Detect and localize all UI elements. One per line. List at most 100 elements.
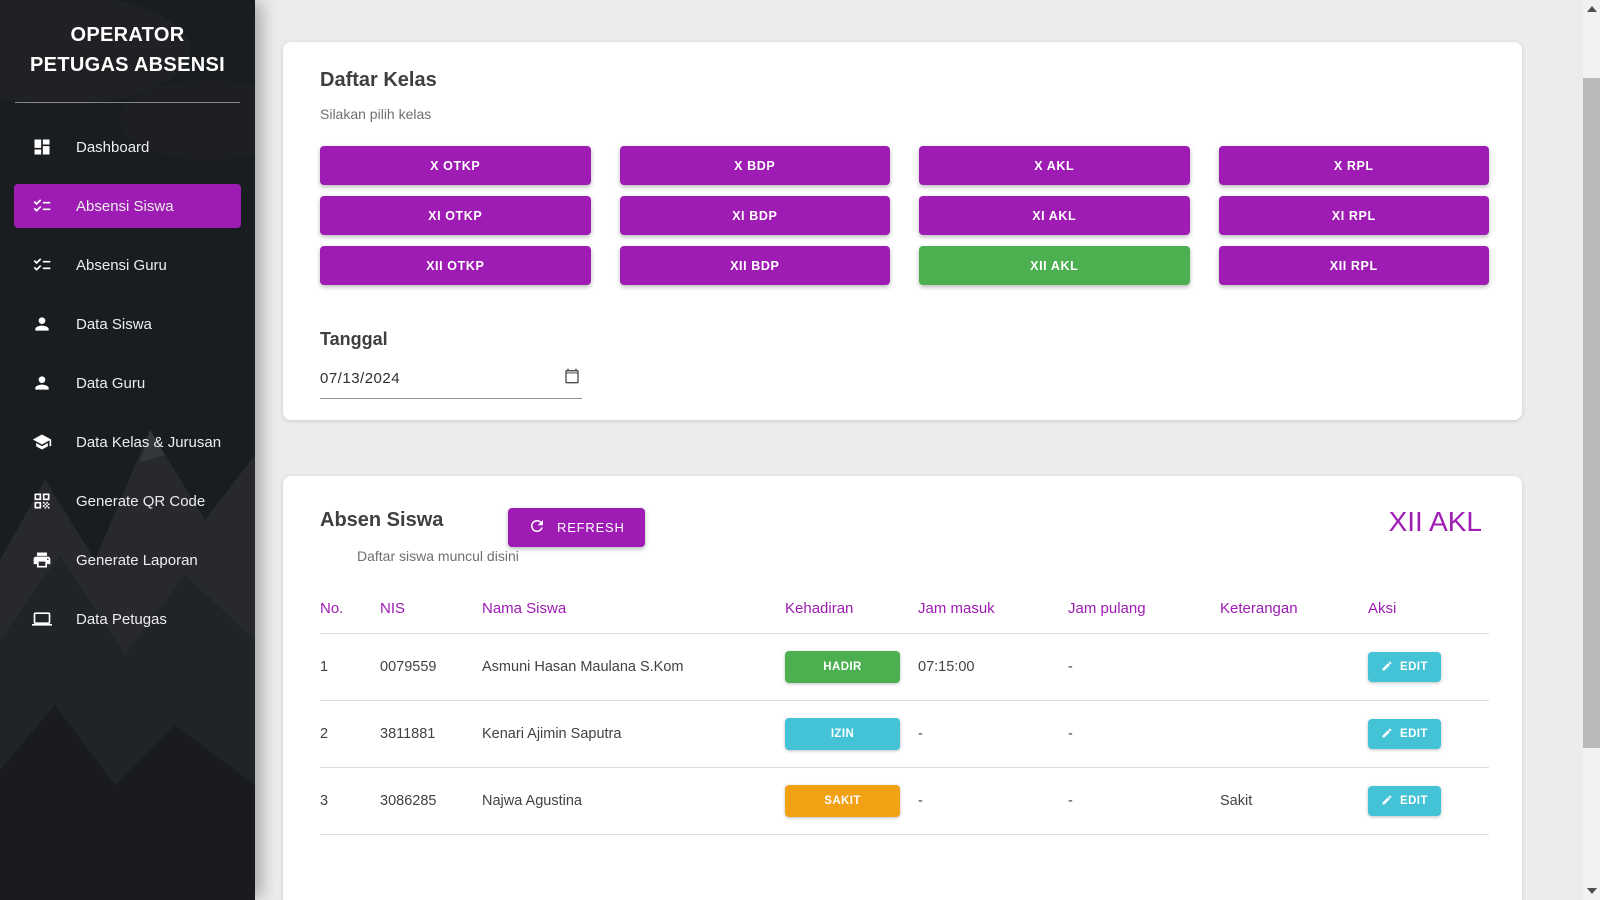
- scrollbar-thumb[interactable]: [1583, 78, 1600, 748]
- edit-button[interactable]: EDIT: [1368, 719, 1441, 749]
- tanggal-input[interactable]: 07/13/2024: [320, 366, 582, 399]
- sidebar-item-label: Absensi Siswa: [76, 197, 174, 215]
- cell-keterangan: [1220, 700, 1368, 768]
- status-badge: HADIR: [785, 651, 900, 683]
- person-icon: [32, 314, 52, 334]
- sidebar-item-data-siswa[interactable]: Data Siswa: [14, 302, 241, 346]
- cell-no: 3: [320, 767, 380, 835]
- cell-jam-masuk: -: [918, 700, 1068, 768]
- refresh-label: REFRESH: [557, 520, 625, 535]
- sidebar-item-generate-laporan[interactable]: Generate Laporan: [14, 538, 241, 582]
- daftar-kelas-card: Daftar Kelas Silakan pilih kelas X OTKP X…: [283, 42, 1522, 420]
- cell-no: 2: [320, 700, 380, 768]
- sidebar-item-data-guru[interactable]: Data Guru: [14, 361, 241, 405]
- checklist-icon: [32, 196, 52, 216]
- sidebar-item-dashboard[interactable]: Dashboard: [14, 125, 241, 169]
- column-header-2: Nama Siswa: [482, 588, 785, 634]
- graduation-cap-icon: [32, 432, 52, 452]
- sidebar-item-data-petugas[interactable]: Data Petugas: [14, 597, 241, 641]
- tanggal-value[interactable]: 07/13/2024: [320, 370, 400, 387]
- checklist-icon: [32, 255, 52, 275]
- column-header-4: Jam masuk: [918, 588, 1068, 634]
- tanggal-label: Tanggal: [320, 329, 388, 349]
- refresh-button[interactable]: REFRESH: [508, 508, 645, 547]
- sidebar-item-absensi-guru[interactable]: Absensi Guru: [14, 243, 241, 287]
- scrollbar-down-arrow-icon[interactable]: [1587, 888, 1597, 894]
- cell-jam-pulang: -: [1068, 633, 1220, 701]
- sidebar-item-label: Absensi Guru: [76, 256, 167, 274]
- cell-nis: 3811881: [380, 700, 482, 768]
- class-button-xii-bdp[interactable]: XII BDP: [619, 246, 890, 285]
- cell-nis: 0079559: [380, 633, 482, 701]
- class-button-x-otkp[interactable]: X OTKP: [320, 146, 591, 185]
- scrollbar-up-arrow-icon[interactable]: [1587, 6, 1597, 12]
- class-button-xii-rpl[interactable]: XII RPL: [1218, 246, 1489, 285]
- pencil-icon: [1381, 794, 1393, 809]
- sidebar-item-label: Data Petugas: [76, 610, 167, 628]
- column-header-5: Jam pulang: [1068, 588, 1220, 634]
- person-icon: [32, 373, 52, 393]
- class-button-x-rpl[interactable]: X RPL: [1218, 146, 1489, 185]
- browser-scrollbar[interactable]: [1583, 0, 1600, 900]
- refresh-icon: [528, 517, 546, 538]
- column-header-6: Keterangan: [1220, 588, 1368, 634]
- class-button-x-akl[interactable]: X AKL: [919, 146, 1190, 185]
- dashboard-icon: [32, 137, 52, 157]
- selected-class-label: XII AKL: [1388, 506, 1482, 537]
- table-row: 2 3811881 Kenari Ajimin Saputra IZIN - -…: [320, 700, 1489, 768]
- cell-nama: Kenari Ajimin Saputra: [482, 700, 785, 768]
- pencil-icon: [1381, 727, 1393, 742]
- column-header-7: Aksi: [1368, 588, 1489, 634]
- class-button-xii-otkp[interactable]: XII OTKP: [320, 246, 591, 285]
- edit-button[interactable]: EDIT: [1368, 786, 1441, 816]
- sidebar-item-absensi-siswa[interactable]: Absensi Siswa: [14, 184, 241, 228]
- absen-table: No. NIS Nama Siswa Kehadiran Jam masuk Jam pu…: [320, 588, 1489, 835]
- class-button-x-bdp[interactable]: X BDP: [619, 146, 890, 185]
- sidebar-item-label: Data Guru: [76, 374, 146, 392]
- laptop-icon: [32, 609, 52, 629]
- daftar-kelas-title: Daftar Kelas: [320, 69, 437, 91]
- table-row: 3 3086285 Najwa Agustina SAKIT - - Sakit…: [320, 767, 1489, 835]
- edit-button-label: EDIT: [1400, 661, 1428, 673]
- printer-icon: [32, 550, 52, 570]
- sidebar-item-label: Generate Laporan: [76, 551, 198, 569]
- sidebar-nav: Dashboard Absensi Siswa Absensi Guru Dat…: [0, 125, 255, 641]
- class-button-xi-rpl[interactable]: XI RPL: [1218, 196, 1489, 235]
- class-button-xi-otkp[interactable]: XI OTKP: [320, 196, 591, 235]
- cell-no: 1: [320, 633, 380, 701]
- absen-siswa-title: Absen Siswa: [320, 509, 444, 531]
- app-title: OPERATOR PETUGAS ABSENSI: [0, 0, 255, 96]
- class-button-xi-bdp[interactable]: XI BDP: [619, 196, 890, 235]
- edit-button-label: EDIT: [1400, 795, 1428, 807]
- app-title-line1: OPERATOR: [70, 24, 185, 46]
- sidebar-item-label: Data Siswa: [76, 315, 152, 333]
- sidebar-item-label: Dashboard: [76, 138, 150, 156]
- status-badge: SAKIT: [785, 785, 900, 817]
- cell-jam-masuk: 07:15:00: [918, 633, 1068, 701]
- cell-jam-pulang: -: [1068, 767, 1220, 835]
- column-header-0: No.: [320, 588, 380, 634]
- table-header-row: No. NIS Nama Siswa Kehadiran Jam masuk Jam pu…: [320, 588, 1489, 634]
- cell-keterangan: [1220, 633, 1368, 701]
- class-button-xii-akl[interactable]: XII AKL: [919, 246, 1190, 285]
- column-header-3: Kehadiran: [785, 588, 918, 634]
- sidebar-item-label: Generate QR Code: [76, 492, 206, 510]
- edit-button[interactable]: EDIT: [1368, 652, 1441, 682]
- table-row: 1 0079559 Asmuni Hasan Maulana S.Kom HAD…: [320, 633, 1489, 701]
- column-header-1: NIS: [380, 588, 482, 634]
- absen-siswa-card: Absen Siswa REFRESH XII AKL Daftar siswa…: [283, 476, 1522, 900]
- sidebar-item-generate-qr-code[interactable]: Generate QR Code: [14, 479, 241, 523]
- calendar-icon[interactable]: [564, 368, 580, 389]
- edit-button-label: EDIT: [1400, 728, 1428, 740]
- daftar-kelas-subtitle: Silakan pilih kelas: [320, 106, 432, 122]
- sidebar-item-label: Data Kelas & Jurusan: [76, 433, 222, 451]
- cell-nama: Najwa Agustina: [482, 767, 785, 835]
- sidebar-divider: [15, 102, 240, 103]
- cell-nis: 3086285: [380, 767, 482, 835]
- class-button-xi-akl[interactable]: XI AKL: [919, 196, 1190, 235]
- sidebar-item-data-kelas-jurusan[interactable]: Data Kelas & Jurusan: [14, 420, 241, 464]
- sidebar: OPERATOR PETUGAS ABSENSI Dashboard Absen…: [0, 0, 255, 900]
- qr-code-icon: [32, 491, 52, 511]
- cell-jam-pulang: -: [1068, 700, 1220, 768]
- cell-jam-masuk: -: [918, 767, 1068, 835]
